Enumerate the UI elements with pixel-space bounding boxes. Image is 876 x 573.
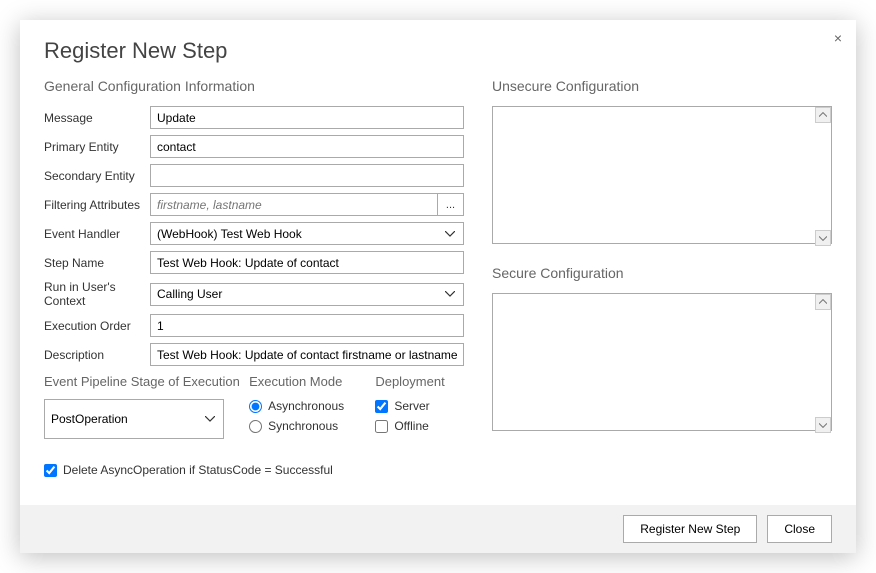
secondary-entity-input[interactable] xyxy=(150,164,464,187)
step-name-input[interactable] xyxy=(150,251,464,274)
secure-config-textarea[interactable] xyxy=(492,293,832,431)
register-new-step-button[interactable]: Register New Step xyxy=(623,515,757,543)
delete-async-checkbox-input[interactable] xyxy=(44,464,57,477)
execution-order-label: Execution Order xyxy=(44,319,150,333)
scroll-up-icon[interactable] xyxy=(815,294,831,310)
server-label: Server xyxy=(394,399,429,413)
secure-config-heading: Secure Configuration xyxy=(492,265,832,281)
synchronous-label: Synchronous xyxy=(268,419,338,433)
filtering-attributes-input[interactable] xyxy=(150,193,438,216)
synchronous-radio[interactable]: Synchronous xyxy=(249,419,367,433)
filtering-attributes-browse-button[interactable]: ... xyxy=(438,193,464,216)
deployment-heading: Deployment xyxy=(375,374,464,389)
asynchronous-radio-input[interactable] xyxy=(249,400,262,413)
run-in-user-context-select[interactable]: Calling User xyxy=(150,283,464,306)
server-checkbox[interactable]: Server xyxy=(375,399,464,413)
filtering-attributes-label: Filtering Attributes xyxy=(44,198,150,212)
step-name-label: Step Name xyxy=(44,256,150,270)
secondary-entity-label: Secondary Entity xyxy=(44,169,150,183)
dialog-title: Register New Step xyxy=(44,38,832,64)
offline-checkbox-input[interactable] xyxy=(375,420,388,433)
execution-mode-heading: Execution Mode xyxy=(249,374,367,389)
message-input[interactable] xyxy=(150,106,464,129)
offline-checkbox[interactable]: Offline xyxy=(375,419,464,433)
pipeline-stage-select[interactable]: PostOperation xyxy=(44,399,224,439)
pipeline-stage-heading: Event Pipeline Stage of Execution xyxy=(44,374,241,389)
right-column: Unsecure Configuration Secure Configurat… xyxy=(492,78,832,505)
deployment-section: Deployment Server Offline xyxy=(375,374,464,439)
event-handler-label: Event Handler xyxy=(44,227,150,241)
server-checkbox-input[interactable] xyxy=(375,400,388,413)
description-input[interactable] xyxy=(150,343,464,366)
register-step-dialog: × Register New Step General Configuratio… xyxy=(20,20,856,553)
scroll-up-icon[interactable] xyxy=(815,107,831,123)
description-label: Description xyxy=(44,348,150,362)
scroll-down-icon[interactable] xyxy=(815,417,831,433)
offline-label: Offline xyxy=(394,419,428,433)
pipeline-stage-section: Event Pipeline Stage of Execution PostOp… xyxy=(44,374,241,439)
execution-order-input[interactable] xyxy=(150,314,464,337)
delete-async-label: Delete AsyncOperation if StatusCode = Su… xyxy=(63,463,333,477)
scroll-down-icon[interactable] xyxy=(815,230,831,246)
close-button[interactable]: Close xyxy=(767,515,832,543)
event-handler-select[interactable]: (WebHook) Test Web Hook xyxy=(150,222,464,245)
left-column: General Configuration Information Messag… xyxy=(44,78,464,505)
message-label: Message xyxy=(44,111,150,125)
execution-mode-section: Execution Mode Asynchronous Synchronous xyxy=(249,374,367,439)
primary-entity-input[interactable] xyxy=(150,135,464,158)
synchronous-radio-input[interactable] xyxy=(249,420,262,433)
asynchronous-label: Asynchronous xyxy=(268,399,344,413)
delete-async-checkbox[interactable]: Delete AsyncOperation if StatusCode = Su… xyxy=(44,463,464,477)
unsecure-config-textarea[interactable] xyxy=(492,106,832,244)
run-in-user-context-label: Run in User's Context xyxy=(44,280,150,308)
close-icon[interactable]: × xyxy=(834,30,842,46)
dialog-footer: Register New Step Close xyxy=(20,505,856,553)
unsecure-config-heading: Unsecure Configuration xyxy=(492,78,832,94)
asynchronous-radio[interactable]: Asynchronous xyxy=(249,399,367,413)
primary-entity-label: Primary Entity xyxy=(44,140,150,154)
general-config-heading: General Configuration Information xyxy=(44,78,464,94)
